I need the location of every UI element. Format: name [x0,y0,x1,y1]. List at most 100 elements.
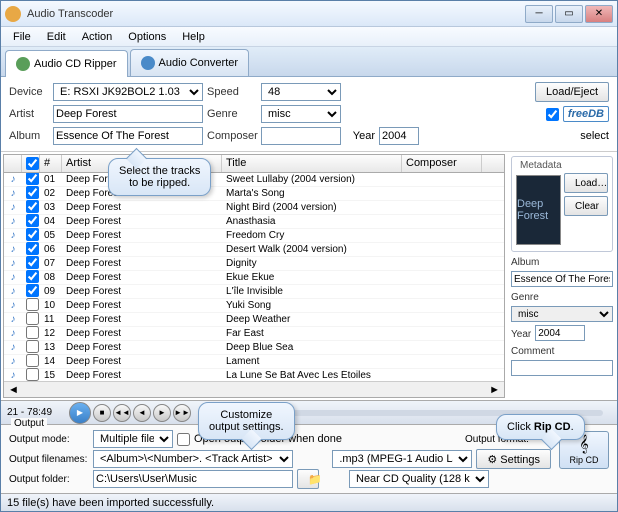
table-row[interactable]: ♪07Deep ForestDignity [4,257,504,271]
device-select[interactable]: E: RSXI JK92BOL2 1.03 [53,83,203,101]
callout-customize: Customizeoutput settings. [198,402,295,440]
note-icon: ♪ [4,314,22,325]
track-checkbox[interactable] [26,354,39,367]
note-icon: ♪ [4,244,22,255]
table-row[interactable]: ♪09Deep ForestL'île Invisible [4,285,504,299]
table-row[interactable]: ♪04Deep ForestAnasthasia [4,215,504,229]
track-checkbox[interactable] [26,186,39,199]
maximize-button[interactable]: ▭ [555,5,583,23]
track-artist: Deep Forest [62,244,222,255]
track-checkbox[interactable] [26,368,39,381]
open-folder-checkbox[interactable] [177,433,190,446]
track-checkbox[interactable] [26,228,39,241]
h-scrollbar[interactable]: ◄► [4,381,504,397]
menubar: File Edit Action Options Help [1,27,617,47]
tabbar: Audio CD Ripper Audio Converter [1,47,617,77]
table-row[interactable]: ♪02Deep ForestMarta's Song [4,187,504,201]
track-num: 07 [40,258,62,269]
track-checkbox[interactable] [26,214,39,227]
track-checkbox[interactable] [26,312,39,325]
artist-input[interactable] [53,105,203,123]
select-checkbox[interactable] [546,108,559,121]
track-checkbox[interactable] [26,326,39,339]
track-checkbox[interactable] [26,256,39,269]
track-num: 06 [40,244,62,255]
table-row[interactable]: ♪ 06Deep ForestDesert Walk (2004 version) [4,243,504,257]
meta-genre-select[interactable]: misc [511,306,613,322]
table-row[interactable]: ♪12Deep ForestFar East [4,327,504,341]
load-meta-button[interactable]: Load… [564,173,608,193]
track-title: Sweet Lullaby (2004 version) [222,174,402,185]
close-button[interactable]: ✕ [585,5,613,23]
folder-input[interactable] [93,470,293,488]
track-checkbox[interactable] [26,242,39,255]
metadata-panel: Metadata Deep Forest Load… Clear Album G… [507,152,617,400]
table-row[interactable]: ♪01Deep ForestSweet Lullaby (2004 versio… [4,173,504,187]
track-checkbox[interactable] [26,270,39,283]
note-icon: ♪ [4,216,22,227]
table-row[interactable]: ♪08Deep ForestEkue Ekue [4,271,504,285]
track-num: 11 [40,314,62,325]
speed-select[interactable]: 48 [261,83,341,101]
play-button[interactable]: ▶ [69,402,91,424]
meta-comment-label: Comment [511,346,613,357]
converter-icon [141,56,155,70]
meta-album-input[interactable] [511,271,613,287]
table-body[interactable]: ♪01Deep ForestSweet Lullaby (2004 versio… [4,173,504,381]
forward-button[interactable]: ► [153,404,171,422]
meta-year-label: Year [511,329,531,340]
meta-comment-input[interactable] [511,360,613,376]
album-input[interactable] [53,127,203,145]
track-checkbox[interactable] [26,298,39,311]
track-checkbox[interactable] [26,173,39,185]
stop-button[interactable]: ■ [93,404,111,422]
select-all-checkbox[interactable] [26,157,39,170]
table-row[interactable]: ♪14Deep ForestLament [4,355,504,369]
table-row[interactable]: ♪13Deep ForestDeep Blue Sea [4,341,504,355]
genre-select[interactable]: misc [261,105,341,123]
rewind-button[interactable]: ◄ [133,404,151,422]
prev-button[interactable]: ◄◄ [113,404,131,422]
track-title: Desert Walk (2004 version) [222,244,402,255]
meta-year-input[interactable] [535,325,585,341]
settings-button[interactable]: ⚙ Settings [476,449,551,469]
table-row[interactable]: ♪03Deep ForestNight Bird (2004 version) [4,201,504,215]
track-artist: Deep Forest [62,356,222,367]
track-checkbox[interactable] [26,284,39,297]
minimize-button[interactable]: ─ [525,5,553,23]
note-icon: ♪ [4,258,22,269]
menu-edit[interactable]: Edit [39,29,74,45]
composer-input[interactable] [261,127,341,145]
col-title[interactable]: Title [222,155,402,172]
year-input[interactable] [379,127,419,145]
menu-action[interactable]: Action [74,29,121,45]
tab-converter[interactable]: Audio Converter [130,49,250,76]
tab-ripper[interactable]: Audio CD Ripper [5,50,128,77]
next-button[interactable]: ►► [173,404,191,422]
mode-select[interactable]: Multiple files [93,430,173,448]
table-row[interactable]: ♪10Deep ForestYuki Song [4,299,504,313]
track-checkbox[interactable] [26,340,39,353]
note-icon: ♪ [4,202,22,213]
menu-file[interactable]: File [5,29,39,45]
quality-select[interactable]: Near CD Quality (128 kbit/s) [349,470,489,488]
table-row[interactable]: ♪15Deep ForestLa Lune Se Bat Avec Les Ét… [4,369,504,381]
clear-meta-button[interactable]: Clear [564,196,608,216]
composer-label: Composer [207,130,257,142]
track-artist: Deep Forest [62,286,222,297]
menu-help[interactable]: Help [174,29,213,45]
codec-select[interactable]: .mp3 (MPEG-1 Audio Layer 3) [332,450,472,468]
track-checkbox[interactable] [26,200,39,213]
freedb-button[interactable]: freeDB [563,106,609,122]
col-num[interactable]: # [40,155,62,172]
artist-label: Artist [9,108,49,120]
menu-options[interactable]: Options [120,29,174,45]
col-composer[interactable]: Composer [402,155,482,172]
track-title: Yuki Song [222,300,402,311]
table-row[interactable]: ♪11Deep ForestDeep Weather [4,313,504,327]
load-eject-button[interactable]: Load/Eject [535,82,609,102]
track-num: 02 [40,188,62,199]
table-row[interactable]: ♪05Deep ForestFreedom Cry [4,229,504,243]
filenames-select[interactable]: <Album>\<Number>. <Track Artist> - <Titl… [93,450,293,468]
browse-folder-button[interactable]: 📁 [297,469,319,489]
